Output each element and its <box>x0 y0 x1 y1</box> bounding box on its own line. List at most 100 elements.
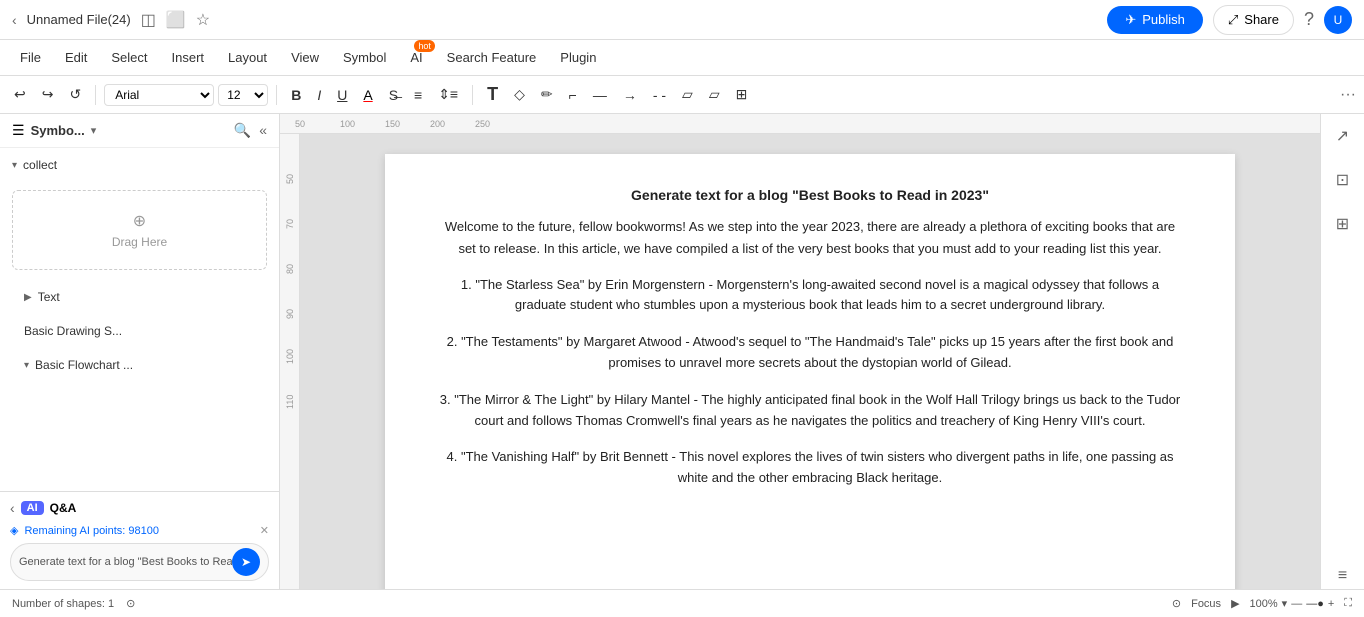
ruler-v-80: 80 <box>285 229 295 274</box>
arrow-button[interactable]: → <box>617 84 643 106</box>
shape-button[interactable]: ◇ <box>508 83 531 106</box>
item-2-number: 2. <box>447 334 458 349</box>
right-grid-icon[interactable]: ⊞ <box>1332 210 1353 238</box>
ruler-h-250: 250 <box>475 119 520 129</box>
avatar[interactable]: U <box>1324 6 1352 34</box>
draw-button[interactable]: ✏ <box>535 83 559 106</box>
ruler-h-200: 200 <box>430 119 475 129</box>
zoom-plus-icon[interactable]: + <box>1328 598 1334 610</box>
sidebar-collapse-icon[interactable]: « <box>259 122 267 139</box>
italic-button[interactable]: I <box>311 84 327 106</box>
menu-ai[interactable]: AI hot <box>400 46 432 69</box>
item-2-text: "The Testaments" by Margaret Atwood - At… <box>461 334 1173 370</box>
share-file-icon[interactable]: ⬜ <box>166 10 186 30</box>
sidebar-title: Symbo... <box>31 123 85 138</box>
fullscreen-icon[interactable]: ⛶ <box>1344 597 1352 610</box>
ruler-h-150: 150 <box>385 119 430 129</box>
sidebar-title-chevron[interactable]: ▾ <box>91 124 97 137</box>
sidebar-header: ☰ Symbo... ▾ 🔍 « <box>0 114 279 148</box>
ai-points-close[interactable]: ✕ <box>260 524 269 537</box>
ruler-v-110: 110 <box>285 364 295 409</box>
toolbar: ↩ ↪ ↺ Arial 12 B I U A S̶ ≡ ⇕≡ T ◇ ✏ ⌐ ―… <box>0 76 1364 114</box>
rotate-button[interactable]: ↺ <box>63 83 87 106</box>
zoom-level: 100% <box>1250 598 1278 610</box>
menu-file[interactable]: File <box>10 46 51 69</box>
zoom-slider[interactable]: —● <box>1306 598 1324 610</box>
text-tool-button[interactable]: T <box>481 81 504 108</box>
ai-panel-header: ‹ AI Q&A <box>10 500 269 516</box>
menu-edit[interactable]: Edit <box>55 46 97 69</box>
focus-icon: ⊙ <box>1172 597 1181 610</box>
ai-badge: AI <box>21 501 44 515</box>
ruler-h-100: 100 <box>340 119 385 129</box>
ruler-vertical: 50 70 80 90 100 110 <box>280 134 300 589</box>
frame-right-button[interactable]: ▱ <box>703 83 726 106</box>
font-color-button[interactable]: A <box>357 84 378 106</box>
underline-button[interactable]: U <box>331 84 353 106</box>
bookmark-icon[interactable]: ◫ <box>141 10 156 30</box>
play-icon[interactable]: ▶ <box>1231 597 1239 610</box>
font-size-select[interactable]: 12 <box>218 84 268 106</box>
sidebar-item-text[interactable]: ▶ Text <box>8 280 271 314</box>
sidebar-item-basic-drawing[interactable]: Basic Drawing S... <box>8 318 271 344</box>
sidebar-search-icon[interactable]: 🔍 <box>234 122 251 139</box>
ai-send-button[interactable]: ➤ <box>232 548 260 576</box>
ai-close-button[interactable]: ‹ <box>10 500 15 516</box>
star-icon[interactable]: ☆ <box>196 10 210 30</box>
menu-layout[interactable]: Layout <box>218 46 277 69</box>
bold-button[interactable]: B <box>285 84 307 106</box>
title-bar: ‹ Unnamed File(24) ◫ ⬜ ☆ ✈ Publish ⤢ Sha… <box>0 0 1364 40</box>
document-page: Generate text for a blog "Best Books to … <box>385 154 1235 589</box>
redo-button[interactable]: ↪ <box>36 83 60 106</box>
more-button[interactable]: ··· <box>1340 86 1356 104</box>
zoom-minus-icon[interactable]: — <box>1291 598 1302 610</box>
menu-insert[interactable]: Insert <box>162 46 215 69</box>
flowchart-expand-arrow: ▾ <box>24 360 29 371</box>
share-button[interactable]: ⤢ Share <box>1213 5 1294 35</box>
file-name: Unnamed File(24) <box>27 12 131 27</box>
sidebar-collect-header: ▾ collect <box>12 154 267 176</box>
right-layers-icon[interactable]: ⊡ <box>1332 166 1353 194</box>
status-bar-right: ⊙ Focus ▶ 100% ▾ — —● + ⛶ <box>1172 597 1352 610</box>
line-height-button[interactable]: ⇕≡ <box>432 83 464 106</box>
canvas-content[interactable]: Generate text for a blog "Best Books to … <box>300 134 1320 589</box>
frame-left-button[interactable]: ▱ <box>676 83 699 106</box>
doc-item-4: 4. "The Vanishing Half" by Brit Bennett … <box>435 447 1185 489</box>
share-label: Share <box>1244 12 1279 27</box>
menu-symbol[interactable]: Symbol <box>333 46 396 69</box>
item-1-number: 1. <box>461 277 472 292</box>
remaining-points-label: Remaining AI points: 98100 <box>24 525 159 537</box>
undo-button[interactable]: ↩ <box>8 83 32 106</box>
title-icons: ◫ ⬜ ☆ <box>141 10 210 30</box>
connector-button[interactable]: ⌐ <box>563 84 583 106</box>
dashed-line-button[interactable]: - - <box>647 84 672 106</box>
item-3-number: 3. <box>440 392 451 407</box>
publish-label: Publish <box>1142 12 1185 27</box>
ai-diamond-icon: ◈ <box>10 524 18 537</box>
zoom-chevron[interactable]: ▾ <box>1282 597 1288 610</box>
font-family-select[interactable]: Arial <box>104 84 214 106</box>
sidebar-item-basic-flowchart[interactable]: ▾ Basic Flowchart ... <box>8 348 271 382</box>
sidebar-title-row: ☰ Symbo... ▾ <box>12 122 96 139</box>
back-chevron[interactable]: ‹ <box>12 12 17 28</box>
right-panel: ↗ ⊡ ⊞ ≡ <box>1320 114 1364 589</box>
drag-here-box[interactable]: ⊕ Drag Here <box>12 190 267 270</box>
line-style-button[interactable]: ― <box>587 84 613 106</box>
menu-plugin[interactable]: Plugin <box>550 46 606 69</box>
help-icon[interactable]: ? <box>1304 9 1314 30</box>
ruler-v-100: 100 <box>285 319 295 364</box>
align-distribute-button[interactable]: ⊞ <box>730 83 754 106</box>
focus-label[interactable]: Focus <box>1191 598 1221 610</box>
menu-view[interactable]: View <box>281 46 329 69</box>
publish-button[interactable]: ✈ Publish <box>1107 6 1203 34</box>
sidebar-collect-section[interactable]: ▾ collect <box>0 148 279 182</box>
menu-select[interactable]: Select <box>101 46 157 69</box>
ai-input-field[interactable] <box>19 556 232 568</box>
align-button[interactable]: ≡ <box>408 84 428 106</box>
basic-flowchart-label: Basic Flowchart ... <box>35 358 133 372</box>
ruler-v-70: 70 <box>285 184 295 229</box>
menu-search-feature[interactable]: Search Feature <box>437 46 547 69</box>
right-settings-icon[interactable]: ≡ <box>1334 563 1351 589</box>
strikethrough-button[interactable]: S̶ <box>383 84 404 106</box>
right-cursor-icon[interactable]: ↗ <box>1332 122 1353 150</box>
